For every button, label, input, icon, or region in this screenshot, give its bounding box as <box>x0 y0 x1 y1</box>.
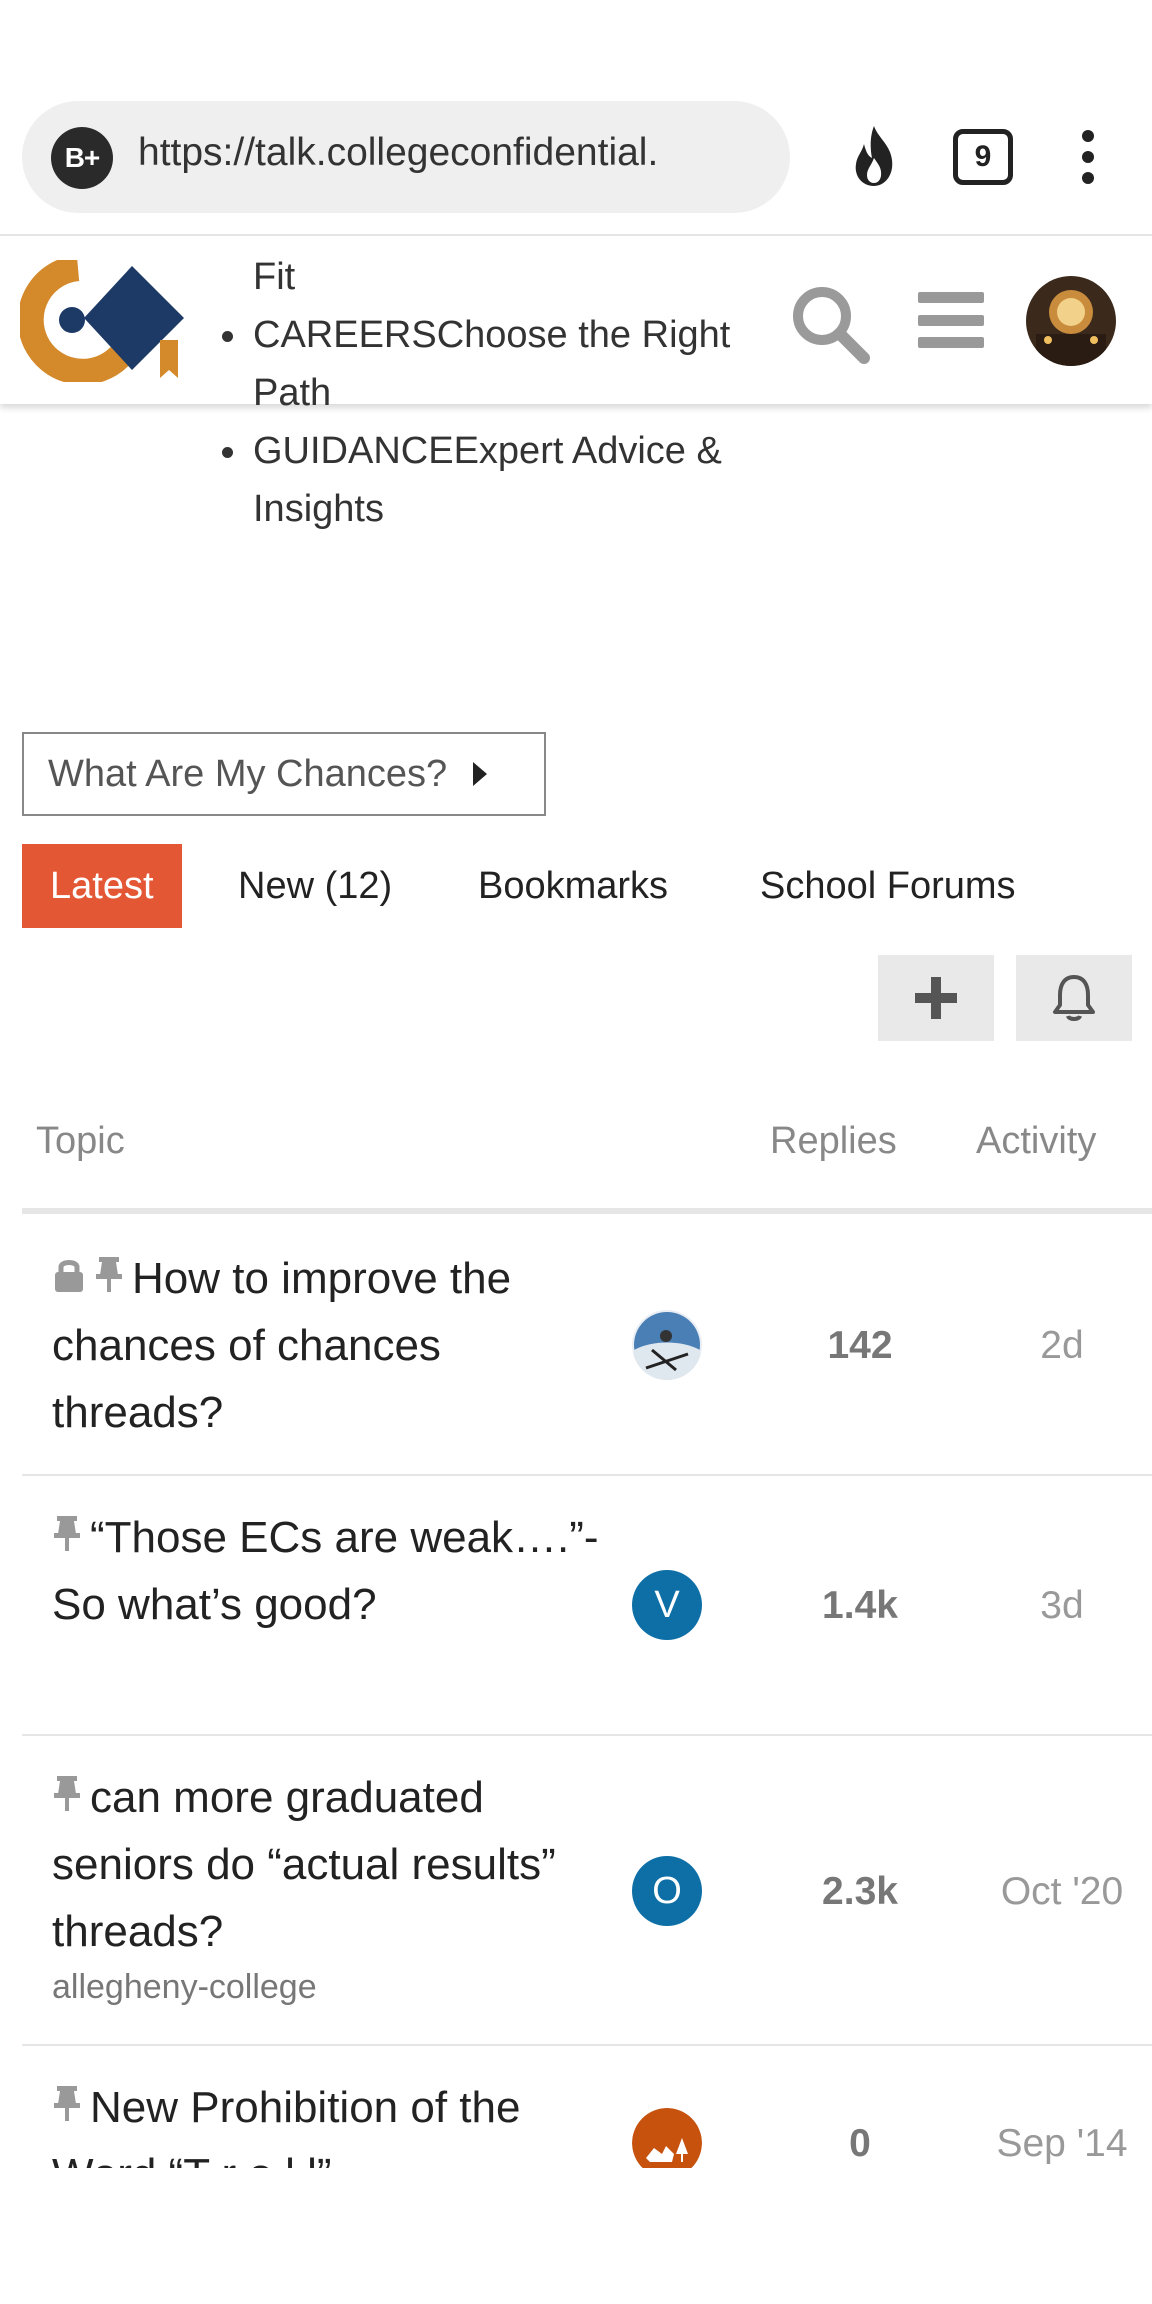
college-confidential-logo[interactable] <box>20 260 186 382</box>
topic-title-text: New Prohibition of the Word “T r o l l” <box>52 2083 521 2168</box>
reply-count[interactable]: 0 <box>762 2122 958 2166</box>
pin-icon <box>54 1516 80 1551</box>
poster-avatar[interactable]: V <box>632 1570 702 1640</box>
reply-count[interactable]: 2.3k <box>762 1870 958 1914</box>
topic-row[interactable]: How to improve the chances of chances th… <box>22 1214 1152 1476</box>
poster-avatar[interactable] <box>632 2108 702 2168</box>
search-icon[interactable] <box>790 284 870 364</box>
topic-title[interactable]: How to improve the chances of chances th… <box>52 1245 612 1446</box>
activity-time[interactable]: Oct '20 <box>962 1870 1152 1914</box>
activity-time[interactable]: 2d <box>962 1324 1152 1368</box>
nav-fragment-text: Fit <box>253 256 296 298</box>
poster-avatar[interactable]: O <box>632 1856 702 1926</box>
nav-item-careers[interactable]: CAREERSChoose the Right Path <box>218 306 778 422</box>
topic-row[interactable]: can more graduated seniors do “actual re… <box>22 1736 1152 2046</box>
activity-time[interactable]: 3d <box>962 1584 1152 1628</box>
pin-icon <box>54 2086 80 2121</box>
pin-icon <box>96 1257 122 1292</box>
topic-title[interactable]: can more graduated seniors do “actual re… <box>52 1764 612 1965</box>
hamburger-menu-icon[interactable] <box>918 292 984 348</box>
reply-count[interactable]: 142 <box>762 1324 958 1368</box>
topic-row[interactable]: “Those ECs are weak….”- So what’s good? … <box>22 1476 1152 1736</box>
topic-title[interactable]: “Those ECs are weak….”- So what’s good? <box>52 1504 612 1638</box>
topic-row[interactable]: New Prohibition of the Word “T r o l l” … <box>22 2046 1152 2168</box>
site-nav-list: Fit CAREERSChoose the Right Path GUIDANC… <box>218 248 778 538</box>
topic-title[interactable]: New Prohibition of the Word “T r o l l” <box>52 2074 612 2168</box>
topic-title-text: can more graduated seniors do “actual re… <box>52 1773 556 1956</box>
nav-item-guidance[interactable]: GUIDANCEExpert Advice & Insights <box>218 422 778 538</box>
topic-category[interactable]: allegheny-college <box>52 1968 317 2007</box>
activity-time[interactable]: Sep '14 <box>962 2122 1152 2166</box>
user-avatar[interactable] <box>1026 276 1116 366</box>
lock-icon <box>55 1260 83 1292</box>
pin-icon <box>54 1776 80 1811</box>
reply-count[interactable]: 1.4k <box>762 1584 958 1628</box>
poster-avatar[interactable] <box>632 1310 702 1380</box>
topic-title-text: “Those ECs are weak….”- So what’s good? <box>52 1513 599 1629</box>
